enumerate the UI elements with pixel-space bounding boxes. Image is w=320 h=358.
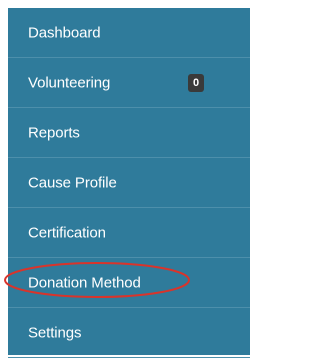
sidebar-nav: Dashboard Volunteering 0 Reports Cause P… xyxy=(8,8,250,358)
sidebar-item-label: Cause Profile xyxy=(28,174,117,191)
sidebar-item-label: Volunteering xyxy=(28,74,111,91)
sidebar-item-label: Donation Method xyxy=(28,274,141,291)
sidebar-item-label: Dashboard xyxy=(28,24,101,41)
sidebar-item-label: Settings xyxy=(28,324,82,341)
sidebar-item-cause-profile[interactable]: Cause Profile xyxy=(8,158,250,208)
sidebar-item-label: Certification xyxy=(28,224,106,241)
volunteering-count-badge: 0 xyxy=(188,73,204,92)
sidebar-item-donation-method[interactable]: Donation Method xyxy=(8,258,250,308)
sidebar-item-reports[interactable]: Reports xyxy=(8,108,250,158)
sidebar-item-volunteering[interactable]: Volunteering 0 xyxy=(8,58,250,108)
sidebar-item-label: Reports xyxy=(28,124,80,141)
sidebar-item-settings[interactable]: Settings xyxy=(8,308,250,358)
sidebar-item-certification[interactable]: Certification xyxy=(8,208,250,258)
sidebar-item-dashboard[interactable]: Dashboard xyxy=(8,8,250,58)
